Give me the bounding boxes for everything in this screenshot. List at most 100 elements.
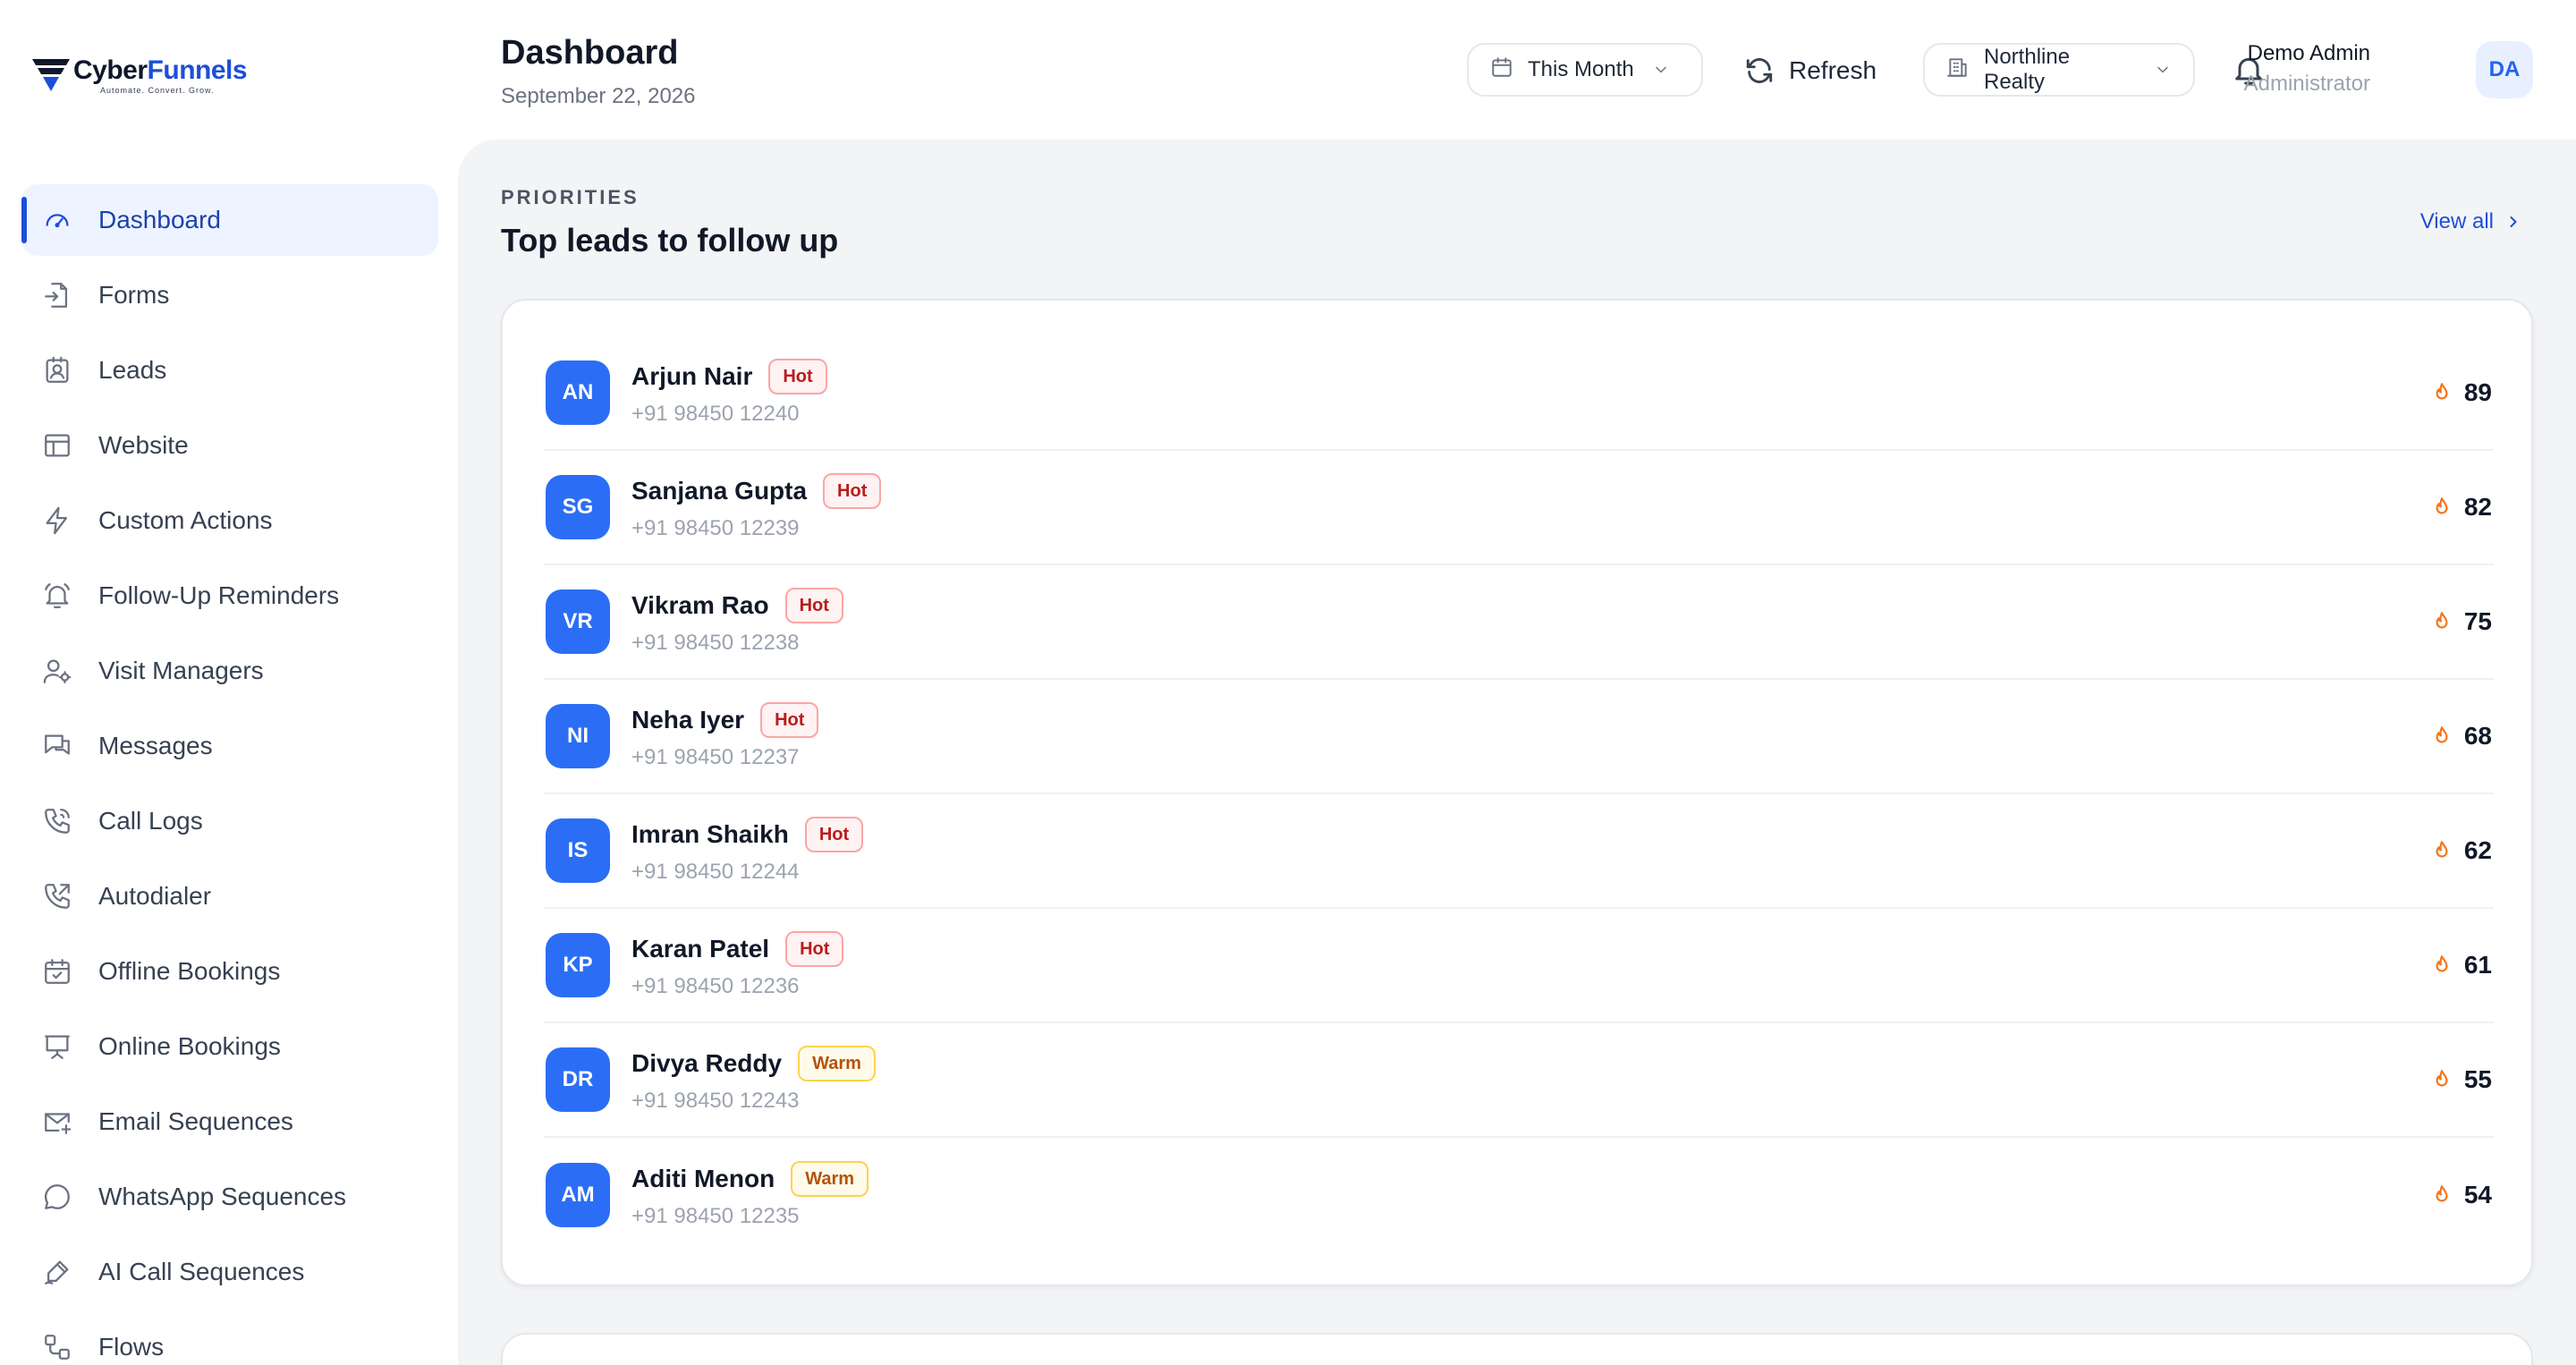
lead-phone: +91 98450 12238 [631, 631, 800, 655]
lead-avatar: AM [546, 1163, 610, 1227]
lead-temperature-badge: Hot [768, 359, 827, 394]
refresh-label: Refresh [1789, 56, 1877, 84]
sidebar-item-leads[interactable]: Leads [21, 335, 438, 406]
user-avatar[interactable]: DA [2476, 41, 2533, 98]
flow-icon [41, 1331, 73, 1363]
flame-icon [2436, 1070, 2448, 1087]
flame-icon [2436, 383, 2448, 400]
funnel-logo-icon [30, 55, 72, 95]
lead-temperature-badge: Hot [760, 702, 819, 738]
lead-score-value: 89 [2463, 378, 2492, 406]
page-title: Dashboard [501, 34, 679, 72]
lead-score: 82 [2430, 493, 2492, 521]
brand-name-part1: Cyber [73, 55, 148, 85]
lead-phone: +91 98450 12240 [631, 402, 800, 426]
sidebar-item-label: Forms [98, 281, 170, 309]
organization-select[interactable]: Northline Realty [1923, 43, 2195, 97]
lead-name: Vikram Rao [631, 591, 769, 619]
lead-temperature-badge: Hot [804, 817, 864, 852]
flame-icon [2436, 1185, 2448, 1202]
sidebar-item-label: Email Sequences [98, 1107, 293, 1135]
sidebar-item-label: Call Logs [98, 807, 203, 835]
next-card [501, 1333, 2533, 1365]
sidebar-item-custom-actions[interactable]: Custom Actions [21, 485, 438, 556]
sidebar-item-ai-call-sequences[interactable]: AI Call Sequences [21, 1236, 438, 1308]
flame-icon [2436, 841, 2448, 858]
sidebar-item-follow-up-reminders[interactable]: Follow-Up Reminders [21, 560, 438, 632]
period-select[interactable]: This Month [1467, 43, 1703, 97]
sidebar-item-email-sequences[interactable]: Email Sequences [21, 1086, 438, 1157]
sidebar-item-dashboard[interactable]: Dashboard [21, 184, 438, 256]
sidebar-item-label: Leads [98, 356, 167, 384]
contact-card-icon [41, 354, 73, 386]
lead-score: 54 [2430, 1181, 2492, 1209]
lead-score: 61 [2430, 951, 2492, 979]
lead-score: 55 [2430, 1065, 2492, 1094]
sidebar-item-forms[interactable]: Forms [21, 259, 438, 331]
chevron-down-icon [1655, 66, 1666, 73]
sidebar-item-label: Online Bookings [98, 1032, 281, 1060]
lead-temperature-badge: Warm [791, 1161, 869, 1197]
mail-plus-icon [41, 1106, 73, 1138]
brand-tagline: Automate. Convert. Grow. [100, 86, 215, 95]
brand-name-part2: Funnels [147, 55, 248, 85]
lead-row[interactable]: NI Neha Iyer Hot +91 98450 12237 68 [544, 680, 2494, 794]
lead-row[interactable]: SG Sanjana Gupta Hot +91 98450 12239 82 [544, 451, 2494, 565]
lead-avatar: IS [546, 818, 610, 883]
lead-phone: +91 98450 12239 [631, 516, 800, 540]
section-title: Top leads to follow up [501, 222, 839, 259]
sidebar-nav: Dashboard Forms Leads Website Custom Act… [21, 184, 438, 1365]
organization-select-label: Northline Realty [1984, 45, 2071, 94]
lead-phone: +91 98450 12236 [631, 974, 800, 998]
flame-icon [2436, 955, 2448, 972]
sidebar-item-label: Autodialer [98, 882, 212, 910]
calendar-check-icon [41, 955, 73, 988]
lead-score-value: 82 [2463, 493, 2492, 521]
sidebar-item-label: Flows [98, 1333, 165, 1361]
sidebar-item-whatsapp-sequences[interactable]: WhatsApp Sequences [21, 1161, 438, 1233]
lead-row[interactable]: VR Vikram Rao Hot +91 98450 12238 75 [544, 565, 2494, 680]
lead-row[interactable]: DR Divya Reddy Warm +91 98450 12243 55 [544, 1023, 2494, 1138]
lead-temperature-badge: Warm [798, 1046, 876, 1081]
chat-bubbles-icon [41, 730, 73, 762]
view-all-link[interactable]: View all [2420, 209, 2522, 234]
building-icon [1946, 55, 1970, 85]
lead-temperature-badge: Hot [784, 588, 843, 623]
sidebar-item-label: AI Call Sequences [98, 1258, 305, 1285]
lead-phone: +91 98450 12235 [631, 1204, 800, 1228]
lead-temperature-badge: Hot [823, 473, 882, 509]
sidebar-item-offline-bookings[interactable]: Offline Bookings [21, 936, 438, 1007]
lead-avatar: AN [546, 360, 610, 425]
lead-row[interactable]: AN Arjun Nair Hot +91 98450 12240 89 [544, 336, 2494, 451]
phone-waves-icon [41, 805, 73, 837]
chevron-right-icon [2510, 216, 2517, 227]
lead-row[interactable]: AM Aditi Menon Warm +91 98450 12235 54 [544, 1138, 2494, 1252]
sidebar-item-call-logs[interactable]: Call Logs [21, 785, 438, 857]
sidebar-item-visit-managers[interactable]: Visit Managers [21, 635, 438, 707]
lead-score-value: 54 [2463, 1181, 2492, 1208]
sidebar-item-label: Visit Managers [98, 657, 264, 684]
lead-list: AN Arjun Nair Hot +91 98450 12240 89 SG … [544, 336, 2494, 1252]
lead-score: 89 [2430, 378, 2492, 407]
lead-row[interactable]: KP Karan Patel Hot +91 98450 12236 61 [544, 909, 2494, 1023]
lead-row[interactable]: IS Imran Shaikh Hot +91 98450 12244 62 [544, 794, 2494, 909]
lead-score-value: 62 [2463, 836, 2492, 864]
sidebar-item-flows[interactable]: Flows [21, 1311, 438, 1365]
lead-name: Karan Patel [631, 935, 770, 962]
lead-temperature-badge: Hot [785, 931, 844, 967]
sidebar-item-messages[interactable]: Messages [21, 710, 438, 782]
lead-score: 75 [2430, 607, 2492, 636]
page-date: September 22, 2026 [501, 84, 696, 108]
sidebar-item-website[interactable]: Website [21, 410, 438, 481]
sidebar-item-label: Follow-Up Reminders [98, 581, 340, 609]
layout-icon [41, 429, 73, 462]
sidebar-item-autodialer[interactable]: Autodialer [21, 861, 438, 932]
lead-phone: +91 98450 12244 [631, 860, 800, 884]
brand-logo[interactable]: CyberFunnels Automate. Convert. Grow. [30, 55, 263, 100]
refresh-button[interactable]: Refresh [1744, 47, 1877, 95]
view-all-label: View all [2419, 209, 2494, 233]
sidebar-item-label: WhatsApp Sequences [98, 1183, 347, 1210]
calendar-icon [1490, 55, 1513, 85]
sidebar-item-online-bookings[interactable]: Online Bookings [21, 1011, 438, 1082]
chat-round-icon [41, 1181, 73, 1213]
